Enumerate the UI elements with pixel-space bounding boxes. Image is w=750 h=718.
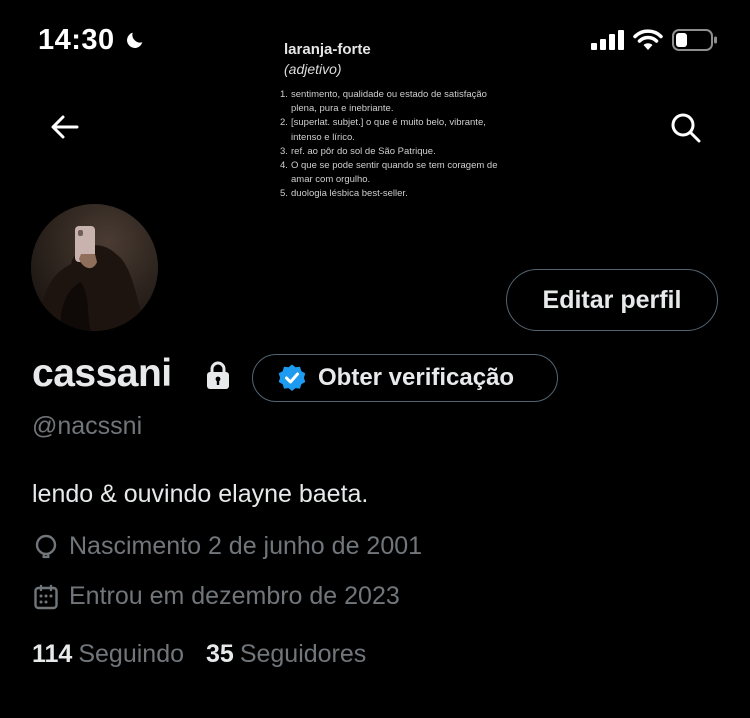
search-icon bbox=[671, 113, 701, 143]
followers-link[interactable]: 35 Seguidores bbox=[206, 640, 366, 669]
signal-icon bbox=[591, 30, 624, 50]
followers-label: Seguidores bbox=[239, 640, 367, 668]
verified-badge-icon bbox=[278, 364, 306, 391]
definition-item: 4. O que se pode sentir quando se tem cor… bbox=[280, 160, 498, 186]
join-date-text: Entrou em dezembro de 2023 bbox=[69, 582, 400, 610]
avatar[interactable] bbox=[31, 204, 158, 331]
status-time: 14:30 bbox=[38, 24, 115, 56]
definition-item: 3. ref. ao pôr do sol de São Patrique. bbox=[280, 145, 436, 157]
follow-stats: 114 Seguindo 35 Seguidores bbox=[32, 640, 366, 669]
user-handle: @nacssni bbox=[32, 412, 143, 440]
banner-definitions: 1. sentimento, qualidade ou estado de sat… bbox=[280, 88, 500, 202]
banner-word-class: (adjetivo) bbox=[284, 61, 342, 77]
definition-item: 1. sentimento, qualidade ou estado de sat… bbox=[280, 89, 487, 115]
calendar-icon bbox=[34, 584, 58, 609]
wifi-icon bbox=[633, 29, 663, 50]
get-verified-label: Obter verificação bbox=[318, 364, 515, 391]
birth-date-text: Nascimento 2 de junho de 2001 bbox=[69, 532, 423, 560]
banner-word: laranja-forte bbox=[284, 41, 371, 58]
back-button[interactable] bbox=[46, 108, 84, 146]
definition-item: 2. [superlat. subjet.] o que é muito belo… bbox=[280, 117, 486, 143]
profile-bio: lendo & ouvindo elayne baeta. bbox=[32, 480, 369, 508]
edit-profile-button[interactable]: Editar perfil bbox=[506, 269, 718, 331]
definition-item: 5. duologia lésbica best-seller. bbox=[280, 188, 408, 200]
avatar-photo bbox=[31, 204, 158, 331]
arrow-left-icon bbox=[51, 115, 79, 139]
lock-icon bbox=[207, 361, 229, 389]
following-link[interactable]: 114 Seguindo bbox=[32, 640, 184, 669]
display-name: cassani bbox=[32, 352, 172, 395]
search-button[interactable] bbox=[666, 108, 706, 148]
get-verified-button[interactable]: Obter verificação bbox=[252, 354, 558, 402]
moon-icon bbox=[127, 32, 143, 48]
balloon-icon bbox=[35, 534, 57, 558]
followers-count: 35 bbox=[206, 640, 234, 668]
battery-icon bbox=[672, 29, 717, 51]
birth-date: Nascimento 2 de junho de 2001 bbox=[32, 532, 422, 561]
following-label: Seguindo bbox=[78, 640, 184, 668]
join-date: Entrou em dezembro de 2023 bbox=[32, 582, 400, 611]
following-count: 114 bbox=[32, 640, 73, 668]
